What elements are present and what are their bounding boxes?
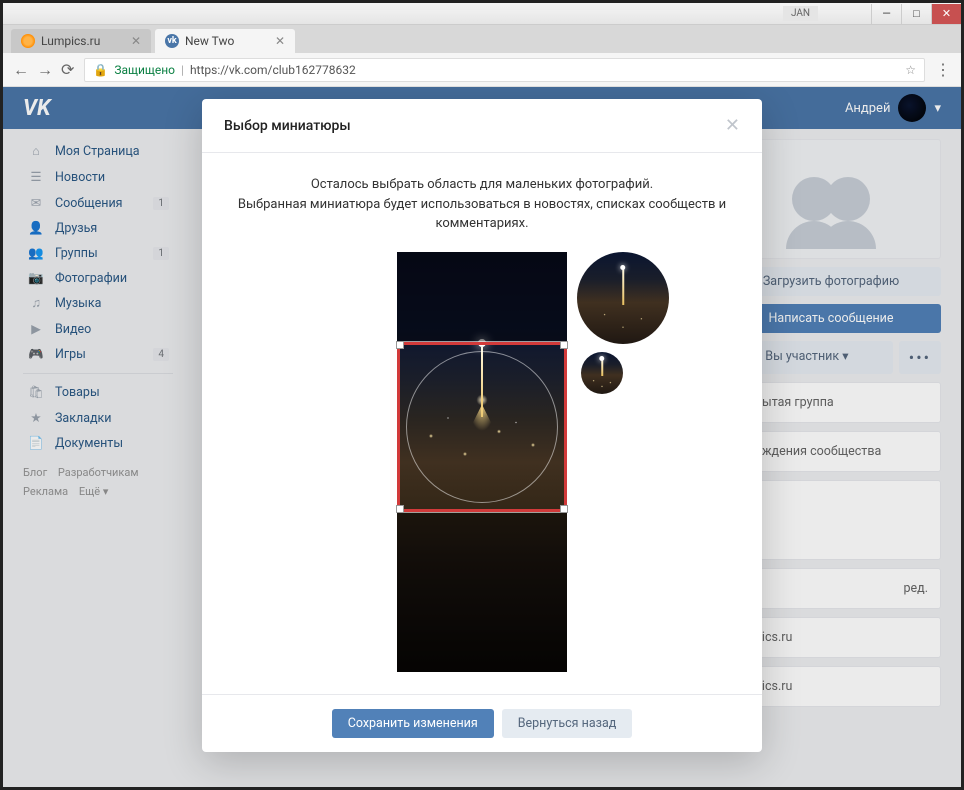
modal-close-button[interactable]: ✕ <box>725 115 740 136</box>
back-button[interactable]: Вернуться назад <box>502 709 633 738</box>
secure-label: Защищено <box>114 63 175 77</box>
preview-small <box>581 352 623 394</box>
browser-menu-button[interactable]: ⋮ <box>935 60 951 79</box>
tab-label: Lumpics.ru <box>41 34 100 48</box>
forward-button[interactable]: → <box>37 60 53 80</box>
window-close-button[interactable]: ✕ <box>931 4 961 24</box>
crop-handle-br[interactable] <box>560 505 568 513</box>
browser-tab-vk[interactable]: vk New Two ✕ <box>155 29 295 53</box>
url-separator: | <box>181 63 184 77</box>
favicon-vk: vk <box>165 34 179 48</box>
modal-overlay: Выбор миниатюры ✕ Осталось выбрать облас… <box>3 87 961 787</box>
browser-toolbar: ← → ⟳ 🔒 Защищено | https://vk.com/club16… <box>3 53 961 87</box>
save-button[interactable]: Сохранить изменения <box>332 709 494 738</box>
crop-handle-bl[interactable] <box>396 505 404 513</box>
tab-label: New Two <box>185 34 234 48</box>
window-minimize-button[interactable]: — <box>871 4 901 24</box>
window-maximize-button[interactable]: □ <box>901 4 931 24</box>
preview-large <box>577 252 669 344</box>
browser-tab-lumpics[interactable]: Lumpics.ru ✕ <box>11 29 151 53</box>
tab-close-icon[interactable]: ✕ <box>275 34 285 48</box>
modal-instructions: Осталось выбрать область для маленьких ф… <box>232 175 732 234</box>
modal-footer: Сохранить изменения Вернуться назад <box>202 694 762 752</box>
thumbnail-modal: Выбор миниатюры ✕ Осталось выбрать облас… <box>202 99 762 752</box>
lock-icon: 🔒 <box>93 63 108 77</box>
address-bar[interactable]: 🔒 Защищено | https://vk.com/club16277863… <box>84 58 925 82</box>
bookmark-star-icon[interactable]: ☆ <box>905 63 916 77</box>
crop-handle-tr[interactable] <box>560 341 568 349</box>
url-text: https://vk.com/club162778632 <box>190 63 356 77</box>
modal-title: Выбор миниатюры <box>224 118 351 134</box>
window-titlebar: JAN — □ ✕ <box>3 3 961 25</box>
crop-handle-tl[interactable] <box>396 341 404 349</box>
crop-circle-outline <box>406 351 558 503</box>
reload-button[interactable]: ⟳ <box>61 60 74 80</box>
back-button[interactable]: ← <box>13 60 29 80</box>
favicon-lumpics <box>21 34 35 48</box>
modal-header: Выбор миниатюры ✕ <box>202 99 762 153</box>
crop-selection-frame[interactable] <box>397 342 567 512</box>
tab-close-icon[interactable]: ✕ <box>131 34 141 48</box>
browser-tabstrip: Lumpics.ru ✕ vk New Two ✕ <box>3 25 961 53</box>
window-user-label: JAN <box>783 6 818 21</box>
crop-stage <box>397 252 567 672</box>
